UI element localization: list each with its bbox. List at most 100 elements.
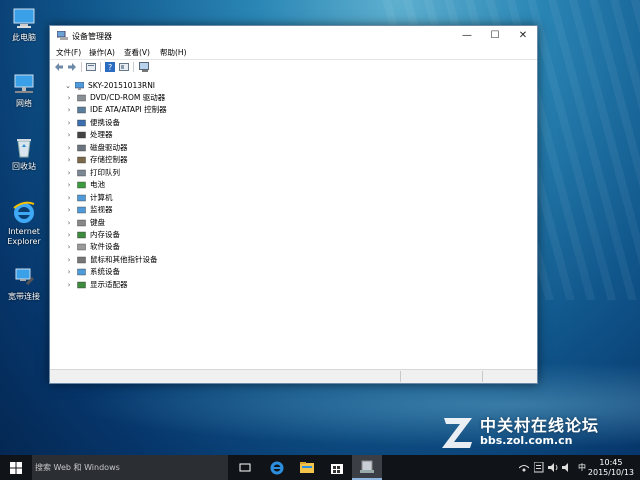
file-explorer-icon bbox=[300, 462, 314, 473]
computer-icon bbox=[75, 82, 84, 90]
chevron-right-icon[interactable]: › bbox=[65, 167, 73, 179]
keyboard-icon bbox=[77, 219, 86, 226]
menu-view[interactable]: 查看(V) bbox=[124, 47, 150, 58]
device-manager-icon bbox=[360, 460, 374, 473]
device-manager-taskbar-button[interactable] bbox=[352, 455, 382, 480]
chevron-right-icon[interactable]: › bbox=[65, 204, 73, 216]
search-box[interactable]: 搜索 Web 和 Windows bbox=[32, 455, 228, 480]
tree-item-label: 便携设备 bbox=[90, 117, 120, 127]
scan-icon[interactable] bbox=[139, 62, 149, 72]
ime-indicator[interactable]: 中 bbox=[578, 455, 586, 480]
storage-controller-icon bbox=[77, 157, 86, 164]
device-tree: ⌄ SKY-20151013RNI › DVD/CD-ROM 驱动器 › IDE AT… bbox=[50, 74, 537, 369]
computer-icon bbox=[12, 6, 36, 30]
menu-action[interactable]: 操作(A) bbox=[89, 47, 115, 58]
tree-item-label: 内存设备 bbox=[90, 229, 120, 239]
maximize-button[interactable]: ☐ bbox=[481, 26, 509, 46]
tree-item-label: 键盘 bbox=[90, 217, 105, 227]
network-icon bbox=[12, 72, 36, 96]
desktop-icon-label: 网络 bbox=[16, 99, 32, 108]
windows-logo-icon bbox=[10, 462, 22, 474]
menu-help[interactable]: 帮助(H) bbox=[160, 47, 187, 58]
recycle-bin-icon bbox=[12, 135, 36, 159]
desktop-icon-recycle-bin[interactable]: 回收站 bbox=[0, 135, 48, 172]
chevron-right-icon[interactable]: › bbox=[65, 279, 73, 291]
file-explorer-button[interactable] bbox=[292, 455, 322, 480]
tree-item-label: 监视器 bbox=[90, 205, 113, 215]
menu-file[interactable]: 文件(F) bbox=[56, 47, 81, 58]
desktop-icon-label: 回收站 bbox=[12, 162, 36, 171]
view-icon[interactable] bbox=[119, 62, 129, 72]
toolbar-separator bbox=[100, 62, 101, 72]
store-button[interactable] bbox=[322, 455, 352, 480]
volume-icon[interactable] bbox=[548, 462, 559, 473]
status-divider bbox=[400, 371, 401, 382]
desktop-icon-internet-explorer[interactable]: Internet Explorer bbox=[0, 200, 48, 247]
start-button[interactable] bbox=[0, 455, 32, 480]
chevron-right-icon[interactable]: › bbox=[65, 104, 73, 116]
dvd-drive-icon bbox=[77, 94, 86, 102]
chevron-right-icon[interactable]: › bbox=[65, 229, 73, 241]
close-button[interactable]: ✕ bbox=[509, 26, 537, 46]
tree-item-label: 处理器 bbox=[90, 130, 113, 140]
tree-item-label: 系统设备 bbox=[90, 267, 120, 277]
chevron-right-icon[interactable]: › bbox=[65, 117, 73, 129]
chevron-right-icon[interactable]: › bbox=[65, 254, 73, 266]
task-view-button[interactable] bbox=[230, 455, 260, 480]
chevron-right-icon[interactable]: › bbox=[65, 129, 73, 141]
desktop-icon-network[interactable]: 网络 bbox=[0, 72, 48, 109]
chevron-right-icon[interactable]: › bbox=[65, 217, 73, 229]
processor-icon bbox=[77, 132, 86, 139]
disk-drive-icon bbox=[77, 144, 86, 151]
tree-item-label: 计算机 bbox=[90, 192, 113, 202]
tree-item-label: 显示适配器 bbox=[90, 279, 128, 289]
battery-icon bbox=[77, 181, 86, 189]
monitor-icon bbox=[77, 206, 86, 214]
tree-root-label: SKY-20151013RNI bbox=[88, 81, 156, 90]
chevron-right-icon[interactable]: › bbox=[65, 142, 73, 154]
chevron-right-icon[interactable]: › bbox=[65, 192, 73, 204]
display-adapter-icon bbox=[77, 281, 86, 288]
chevron-right-icon[interactable]: › bbox=[65, 154, 73, 166]
title-bar[interactable]: 设备管理器 — ☐ ✕ bbox=[50, 26, 537, 46]
minimize-button[interactable]: — bbox=[453, 26, 481, 46]
menu-bar: 文件(F) 操作(A) 查看(V) 帮助(H) bbox=[50, 46, 537, 59]
store-icon bbox=[331, 464, 343, 474]
tree-item-label: 电池 bbox=[90, 180, 105, 190]
device-manager-window: 设备管理器 — ☐ ✕ 文件(F) 操作(A) 查看(V) 帮助(H) ? ⌄ bbox=[49, 25, 538, 384]
task-view-icon bbox=[239, 463, 251, 472]
speaker-icon[interactable] bbox=[562, 462, 573, 473]
software-device-icon bbox=[77, 244, 86, 251]
device-manager-icon bbox=[57, 31, 68, 40]
clock[interactable]: 10:45 2015/10/13 bbox=[588, 458, 634, 478]
svg-text:?: ? bbox=[108, 63, 112, 72]
chevron-right-icon[interactable]: › bbox=[65, 266, 73, 278]
clock-date: 2015/10/13 bbox=[587, 468, 634, 477]
tree-item-label: IDE ATA/ATAPI 控制器 bbox=[90, 105, 167, 115]
portable-device-icon bbox=[77, 119, 86, 127]
forward-icon[interactable] bbox=[67, 62, 77, 72]
edge-button[interactable] bbox=[262, 455, 292, 480]
ie-icon bbox=[12, 200, 36, 224]
chevron-right-icon[interactable]: › bbox=[65, 92, 73, 104]
desktop-icon-broadband[interactable]: 宽带连接 bbox=[0, 265, 48, 302]
tree-item-label: 软件设备 bbox=[90, 242, 120, 252]
edge-icon bbox=[270, 461, 284, 475]
mouse-icon bbox=[77, 256, 86, 264]
toolbar-separator bbox=[133, 62, 134, 72]
computer-icon bbox=[77, 194, 86, 201]
search-placeholder: 搜索 Web 和 Windows bbox=[35, 463, 120, 472]
network-tray-icon[interactable] bbox=[519, 463, 529, 472]
toolbar: ? bbox=[50, 59, 537, 75]
help-icon[interactable]: ? bbox=[105, 62, 115, 72]
desktop-icon-this-pc[interactable]: 此电脑 bbox=[0, 6, 48, 43]
desktop-icon-label: Internet Explorer bbox=[7, 227, 41, 246]
action-center-icon[interactable] bbox=[534, 462, 544, 473]
chevron-right-icon[interactable]: › bbox=[65, 179, 73, 191]
watermark-title: 中关村在线论坛 bbox=[480, 416, 600, 435]
back-icon[interactable] bbox=[54, 62, 64, 72]
taskbar: 搜索 Web 和 Windows 中 10:45 2015/10/13 bbox=[0, 455, 640, 480]
properties-icon[interactable] bbox=[86, 62, 96, 72]
chevron-right-icon[interactable]: › bbox=[65, 241, 73, 253]
chevron-down-icon[interactable]: ⌄ bbox=[64, 80, 72, 92]
